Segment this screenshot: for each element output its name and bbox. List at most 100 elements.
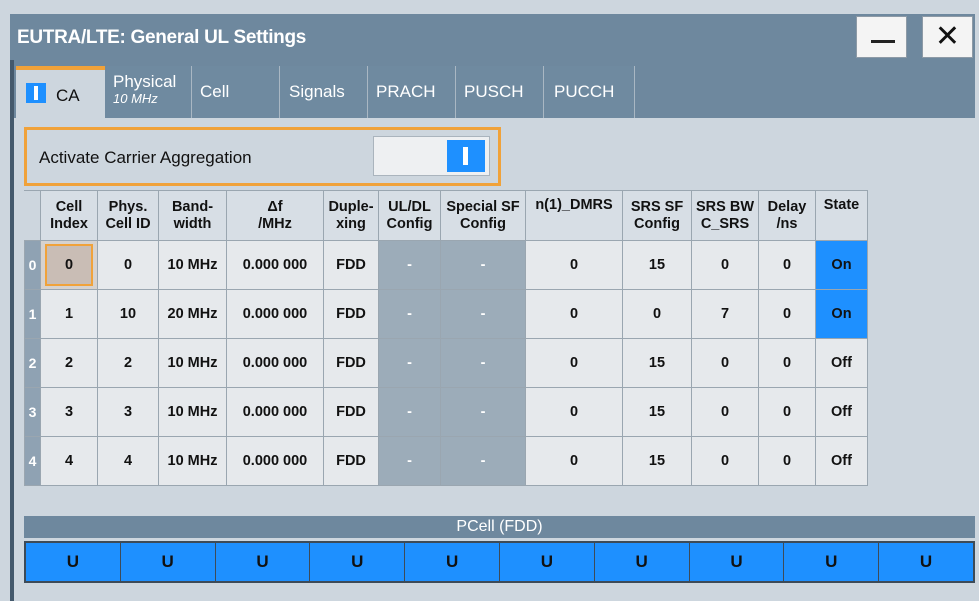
bandwidth-cell[interactable]: 20 MHz	[158, 289, 227, 339]
activate-ca-label: Activate Carrier Aggregation	[39, 148, 252, 167]
row-filler	[867, 387, 968, 437]
pcell-subframe[interactable]: U	[310, 543, 406, 581]
special-sf-config-cell[interactable]: -	[440, 240, 526, 290]
duplexing-cell[interactable]: FDD	[323, 338, 379, 388]
cell-index-cell[interactable]: 4	[40, 436, 98, 486]
ul-dl-config-cell[interactable]: -	[378, 289, 441, 339]
srs-bw-cell[interactable]: 0	[691, 240, 759, 290]
tab-physical[interactable]: Physical 10 MHz	[105, 66, 192, 118]
special-sf-config-cell[interactable]: -	[440, 338, 526, 388]
ul-dl-config-cell[interactable]: -	[378, 338, 441, 388]
pcell-subframe[interactable]: U	[879, 543, 973, 581]
srs-sf-config-cell[interactable]: 0	[622, 289, 692, 339]
pcell-subframe[interactable]: U	[121, 543, 216, 581]
tab-pucch[interactable]: PUCCH	[544, 66, 635, 118]
tab-prach[interactable]: PRACH	[368, 66, 456, 118]
pcell-subframe[interactable]: U	[26, 543, 121, 581]
table-row: 2 2 2 10 MHz 0.000 000 FDD - -0 15 0 0 Off	[24, 338, 968, 388]
tab-cell[interactable]: Cell	[192, 66, 280, 118]
tab-signals[interactable]: Signals	[280, 66, 368, 118]
tab-pusch[interactable]: PUSCH	[456, 66, 544, 118]
duplexing-cell[interactable]: FDD	[323, 289, 379, 339]
state-cell[interactable]: Off	[815, 436, 868, 486]
delay-cell[interactable]: 0	[758, 338, 816, 388]
n1-dmrs-cell[interactable]: 0	[525, 289, 623, 339]
activate-ca-toggle[interactable]	[373, 136, 490, 176]
state-cell[interactable]: Off	[815, 338, 868, 388]
delay-cell[interactable]: 0	[758, 387, 816, 437]
minimize-button[interactable]	[856, 16, 907, 58]
header-delay: Delay/ns	[758, 190, 816, 241]
delta-f-cell[interactable]: 0.000 000	[226, 240, 324, 290]
bandwidth-cell[interactable]: 10 MHz	[158, 240, 227, 290]
srs-sf-config-cell[interactable]: 15	[622, 338, 692, 388]
tab-label: PUSCH	[464, 82, 524, 101]
delta-f-cell[interactable]: 0.000 000	[226, 289, 324, 339]
special-sf-config-cell[interactable]: -	[440, 289, 526, 339]
n1-dmrs-cell[interactable]: 0	[525, 436, 623, 486]
header-n1-dmrs: n(1)_DMRS	[525, 190, 623, 241]
bandwidth-cell[interactable]: 10 MHz	[158, 338, 227, 388]
srs-sf-config-cell[interactable]: 15	[622, 240, 692, 290]
duplexing-cell[interactable]: FDD	[323, 387, 379, 437]
phys-cell-id-cell[interactable]: 2	[97, 338, 159, 388]
tab-label: Cell	[200, 82, 230, 101]
close-icon: ✕	[934, 20, 961, 53]
tab-ca[interactable]: CA	[16, 66, 105, 118]
cell-index-cell[interactable]: 0	[40, 240, 98, 290]
pcell-subframe[interactable]: U	[216, 543, 311, 581]
n1-dmrs-cell[interactable]: 0	[525, 240, 623, 290]
ul-dl-config-cell[interactable]: -	[378, 387, 441, 437]
pcell-subframe[interactable]: U	[595, 543, 690, 581]
minimize-icon	[871, 40, 895, 43]
tab-label: PRACH	[376, 82, 436, 101]
srs-bw-cell[interactable]: 7	[691, 289, 759, 339]
pcell-subframe[interactable]: U	[405, 543, 500, 581]
delta-f-cell[interactable]: 0.000 000	[226, 338, 324, 388]
n1-dmrs-cell[interactable]: 0	[525, 387, 623, 437]
special-sf-config-cell[interactable]: -	[440, 387, 526, 437]
phys-cell-id-cell[interactable]: 10	[97, 289, 159, 339]
phys-cell-id-cell[interactable]: 0	[97, 240, 159, 290]
n1-dmrs-cell[interactable]: 0	[525, 338, 623, 388]
srs-sf-config-cell[interactable]: 15	[622, 387, 692, 437]
phys-cell-id-cell[interactable]: 4	[97, 436, 159, 486]
state-cell[interactable]: Off	[815, 387, 868, 437]
phys-cell-id-cell[interactable]: 3	[97, 387, 159, 437]
state-cell[interactable]: On	[815, 289, 868, 339]
bandwidth-cell[interactable]: 10 MHz	[158, 436, 227, 486]
cell-index-cell[interactable]: 2	[40, 338, 98, 388]
table-row: 3 3 3 10 MHz 0.000 000 FDD - -0 15 0 0 Off	[24, 387, 968, 437]
header-delta-f: Δf/MHz	[226, 190, 324, 241]
delay-cell[interactable]: 0	[758, 240, 816, 290]
close-button[interactable]: ✕	[922, 16, 973, 58]
srs-bw-cell[interactable]: 0	[691, 436, 759, 486]
pcell-subframe-row: UUUUUUUUUU	[24, 541, 975, 583]
delay-cell[interactable]: 0	[758, 289, 816, 339]
header-filler	[867, 190, 968, 241]
pcell-subframe[interactable]: U	[784, 543, 880, 581]
delay-cell[interactable]: 0	[758, 436, 816, 486]
pcell-subframe[interactable]: U	[690, 543, 785, 581]
bandwidth-cell[interactable]: 10 MHz	[158, 387, 227, 437]
duplexing-cell[interactable]: FDD	[323, 240, 379, 290]
ul-dl-config-cell[interactable]: -	[378, 240, 441, 290]
ul-dl-config-cell[interactable]: -	[378, 436, 441, 486]
row-index-label: 3	[24, 387, 41, 437]
header-state: State	[815, 190, 868, 241]
state-cell[interactable]: On	[815, 240, 868, 290]
row-index-label: 1	[24, 289, 41, 339]
table-row: 4 4 4 10 MHz 0.000 000 FDD - -0 15 0 0 Off	[24, 436, 968, 486]
pcell-subframe[interactable]: U	[500, 543, 595, 581]
cell-index-cell[interactable]: 3	[40, 387, 98, 437]
srs-bw-cell[interactable]: 0	[691, 387, 759, 437]
header-srs-sf-config: SRS SF Config	[622, 190, 692, 241]
special-sf-config-cell[interactable]: -	[440, 436, 526, 486]
srs-bw-cell[interactable]: 0	[691, 338, 759, 388]
delta-f-cell[interactable]: 0.000 000	[226, 436, 324, 486]
delta-f-cell[interactable]: 0.000 000	[226, 387, 324, 437]
header-special-sf-config: Special SF Config	[440, 190, 526, 241]
duplexing-cell[interactable]: FDD	[323, 436, 379, 486]
srs-sf-config-cell[interactable]: 15	[622, 436, 692, 486]
cell-index-cell[interactable]: 1	[40, 289, 98, 339]
